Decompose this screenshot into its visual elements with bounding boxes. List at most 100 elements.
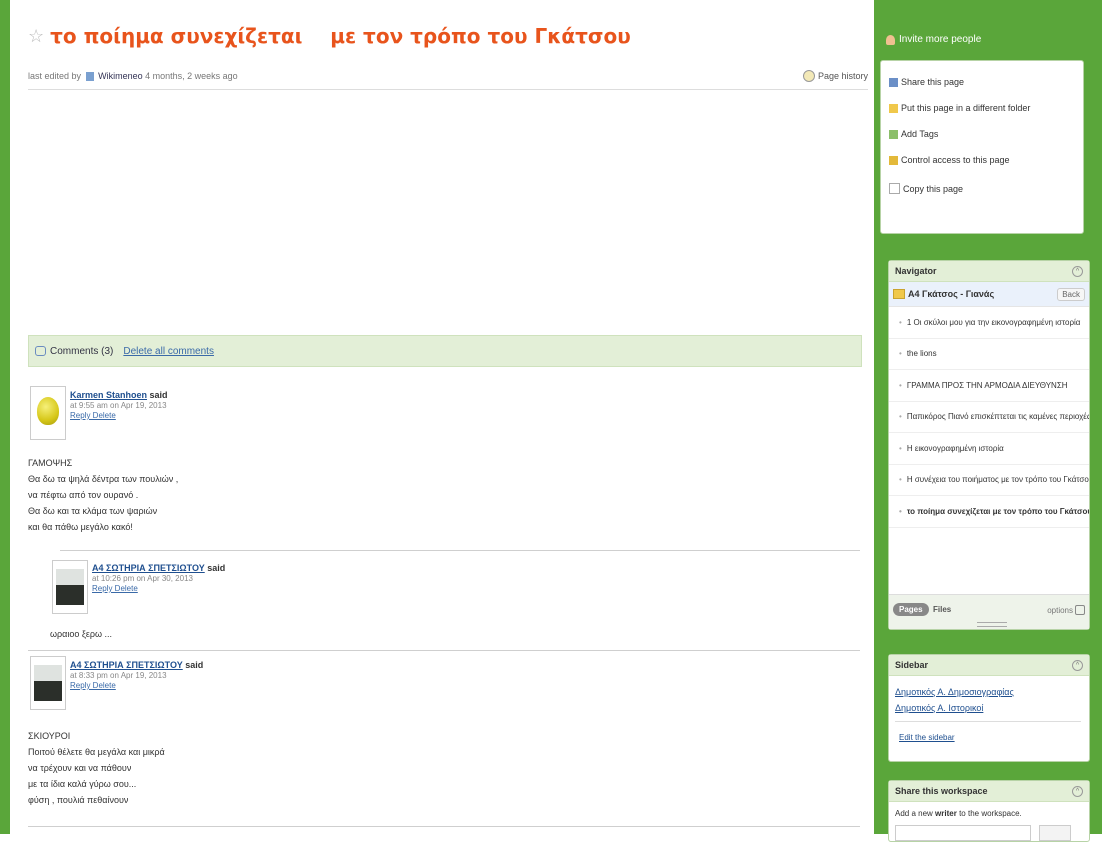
- divider: [895, 721, 1081, 722]
- comment-actions[interactable]: Reply Delete: [92, 584, 138, 593]
- navigator-header: Navigator ^: [889, 261, 1089, 282]
- comment-actions[interactable]: Reply Delete: [70, 411, 116, 420]
- group-photo: [34, 665, 62, 701]
- avatar[interactable]: [30, 656, 66, 710]
- comment-line: να πέφτω από τον ουρανό .: [28, 490, 139, 500]
- page-history-link[interactable]: Page history: [802, 70, 868, 82]
- comment-separator: [60, 550, 860, 551]
- avatar[interactable]: [52, 560, 88, 614]
- nav-item-label: the lions: [906, 349, 937, 359]
- options-button[interactable]: options: [1047, 605, 1085, 615]
- nav-item-label: ΓΡΑΜΜΑ ΠΡΟΣ ΤΗΝ ΑΡΜΟΔΙΑ ΔΙΕΥΘΥΝΣΗ: [906, 380, 1068, 390]
- invite-label: Invite more people: [899, 34, 982, 45]
- current-folder-label: Α4 Γκάτσος - Γιανάς: [908, 288, 995, 299]
- share-workspace-title: Share this workspace: [895, 786, 988, 796]
- share-email-input[interactable]: [895, 825, 1031, 841]
- nav-item[interactable]: • Η εικονογραφημένη ιστορία: [889, 433, 1089, 465]
- comments-bar: Comments (3) Delete all comments: [28, 335, 862, 367]
- comment-author-link[interactable]: Karmen Stanhoen: [70, 390, 147, 400]
- control-access-link[interactable]: Control access to this page: [889, 155, 1010, 165]
- group-photo: [56, 569, 84, 605]
- share-icon: [889, 77, 898, 87]
- clock-icon: [802, 70, 815, 82]
- sidebar-link[interactable]: Δημοτικός Α. Δημοσιογραφίας: [895, 687, 1014, 697]
- back-button[interactable]: Back: [1057, 287, 1085, 301]
- page-meta: last edited by Wikimeneo 4 months, 2 wee…: [28, 71, 238, 82]
- comment-said: said: [149, 390, 168, 400]
- invite-people-link[interactable]: Invite more people: [886, 34, 981, 45]
- comment-time: at 9:55 am on Apr 19, 2013: [70, 401, 167, 410]
- navigator-current-folder[interactable]: Α4 Γκάτσος - Γιανάς Back: [889, 282, 1089, 307]
- divider: [28, 89, 868, 90]
- user-icon: [85, 72, 94, 82]
- comment-author-link[interactable]: Α4 ΣΩΤΗΡΙΑ ΣΠΕΤΣΙΩΤΟΥ: [92, 563, 205, 573]
- folder-icon: [889, 103, 898, 113]
- comment-line: Θα δω τα ψηλά δέντρα των πουλιών ,: [28, 474, 179, 484]
- avatar[interactable]: [30, 386, 66, 440]
- sidebar-link[interactable]: Δημοτικός Α. Ιστορικοί: [895, 703, 983, 713]
- comment-line: να τρέχουν και να πάθουν: [28, 763, 132, 773]
- comment-line: με τα ίδια καλά γύρω σου...: [28, 779, 137, 789]
- nav-item[interactable]: • the lions: [889, 339, 1089, 370]
- share-text-bold: writer: [935, 809, 957, 818]
- meta-prefix: last edited by: [28, 71, 82, 81]
- gear-icon: [1075, 605, 1085, 615]
- meta-user-link[interactable]: Wikimeneo: [98, 71, 143, 81]
- action-label: Copy this page: [903, 183, 964, 194]
- nav-item[interactable]: • ΓΡΑΜΜΑ ΠΡΟΣ ΤΗΝ ΑΡΜΟΔΙΑ ΔΙΕΥΘΥΝΣΗ: [889, 370, 1089, 402]
- copy-page-link[interactable]: Copy this page: [889, 183, 963, 194]
- action-label: Add Tags: [901, 129, 939, 139]
- page-actions-box: Share this page Put this page in a diffe…: [880, 60, 1084, 234]
- action-label: Share this page: [901, 77, 965, 87]
- nav-item-label: Η εικονογραφημένη ιστορία: [906, 443, 1004, 453]
- nav-item-label: 1 Οι σκύλοι μου για την εικονογραφημένη …: [906, 317, 1081, 327]
- tab-files[interactable]: Files: [933, 605, 951, 614]
- tab-pages[interactable]: Pages: [893, 603, 929, 616]
- options-label: options: [1047, 605, 1073, 615]
- resize-handle[interactable]: [977, 622, 1007, 627]
- share-submit-button[interactable]: [1039, 825, 1071, 841]
- add-tags-link[interactable]: Add Tags: [889, 129, 938, 139]
- comment-header: Α4 ΣΩΤΗΡΙΑ ΣΠΕΤΣΙΩΤΟΥ said at 10:26 pm o…: [92, 563, 225, 593]
- nav-item[interactable]: • Παπικόρος Πιανό επισκέπτεται τις καμένε…: [889, 402, 1089, 433]
- move-page-link[interactable]: Put this page in a different folder: [889, 103, 1030, 113]
- action-label: Put this page in a different folder: [901, 103, 1031, 113]
- star-icon[interactable]: ☆: [28, 26, 44, 47]
- share-text-suffix: to the workspace.: [959, 809, 1022, 818]
- comment-line: ΣΚΙΟΥΡΟΙ: [28, 731, 71, 741]
- comment-said: said: [185, 660, 204, 670]
- comment-actions[interactable]: Reply Delete: [70, 681, 116, 690]
- comment-author-link[interactable]: Α4 ΣΩΤΗΡΙΑ ΣΠΕΤΣΙΩΤΟΥ: [70, 660, 183, 670]
- collapse-icon[interactable]: ^: [1072, 265, 1083, 277]
- comment-header: Α4 ΣΩΤΗΡΙΑ ΣΠΕΤΣΙΩΤΟΥ said at 8:33 pm on…: [70, 660, 203, 690]
- comment-line: ωραιοο ξερω ...: [50, 629, 113, 639]
- nav-item[interactable]: • Η συνέχεια του ποιήματος με τον τρόπο τ…: [889, 465, 1089, 496]
- comments-count[interactable]: Comments (3): [50, 346, 113, 357]
- comment-separator: [28, 826, 860, 827]
- share-workspace-header: Share this workspace ^: [889, 781, 1089, 802]
- sidebar-title: Sidebar: [895, 660, 929, 670]
- nav-item-label: το ποίημα συνεχίζεται με τον τρόπο του Γ…: [906, 506, 1089, 516]
- navigator-panel: Navigator ^ Α4 Γκάτσος - Γιανάς Back • 1 …: [888, 260, 1090, 630]
- nav-item-label: Η συνέχεια του ποιήματος με τον τρόπο το…: [906, 475, 1089, 485]
- page-history-label: Page history: [817, 71, 868, 81]
- comment-line: ΓΑΜΟΨΗΣ: [28, 458, 73, 468]
- comment-line: Θα δω και τα κλάμα των ψαριών: [28, 506, 158, 516]
- collapse-icon[interactable]: ^: [1072, 659, 1083, 671]
- comment-body: ΓΑΜΟΨΗΣ Θα δω τα ψηλά δέντρα των πουλιών…: [28, 455, 178, 535]
- nav-item[interactable]: • 1 Οι σκύλοι μου για την εικονογραφημένη…: [889, 307, 1089, 339]
- comment-header: Karmen Stanhoen said at 9:55 am on Apr 1…: [70, 390, 168, 420]
- collapse-icon[interactable]: ^: [1072, 785, 1083, 797]
- nav-item-current[interactable]: • το ποίημα συνεχίζεται με τον τρόπο του …: [889, 496, 1089, 528]
- share-page-link[interactable]: Share this page: [889, 77, 964, 87]
- comment-line: και θα πάθω μεγάλο κακό!: [28, 522, 133, 532]
- green-border: [0, 0, 10, 834]
- page-title: το ποίημα συνεχίζεται με τον τρόπο του Γ…: [50, 24, 631, 48]
- right-sidebar: Invite more people Share this page Put t…: [874, 0, 1102, 842]
- comment-line: φύση , πουλιά πεθαίνουν: [28, 795, 129, 805]
- comment-body: ΣΚΙΟΥΡΟΙ Ποιτού θέλετε θα μεγάλα και μικ…: [28, 728, 165, 808]
- comment-said: said: [207, 563, 226, 573]
- edit-sidebar-link[interactable]: Edit the sidebar: [899, 733, 955, 742]
- delete-all-comments-link[interactable]: Delete all comments: [123, 346, 214, 357]
- comment-time: at 10:26 pm on Apr 30, 2013: [92, 574, 193, 583]
